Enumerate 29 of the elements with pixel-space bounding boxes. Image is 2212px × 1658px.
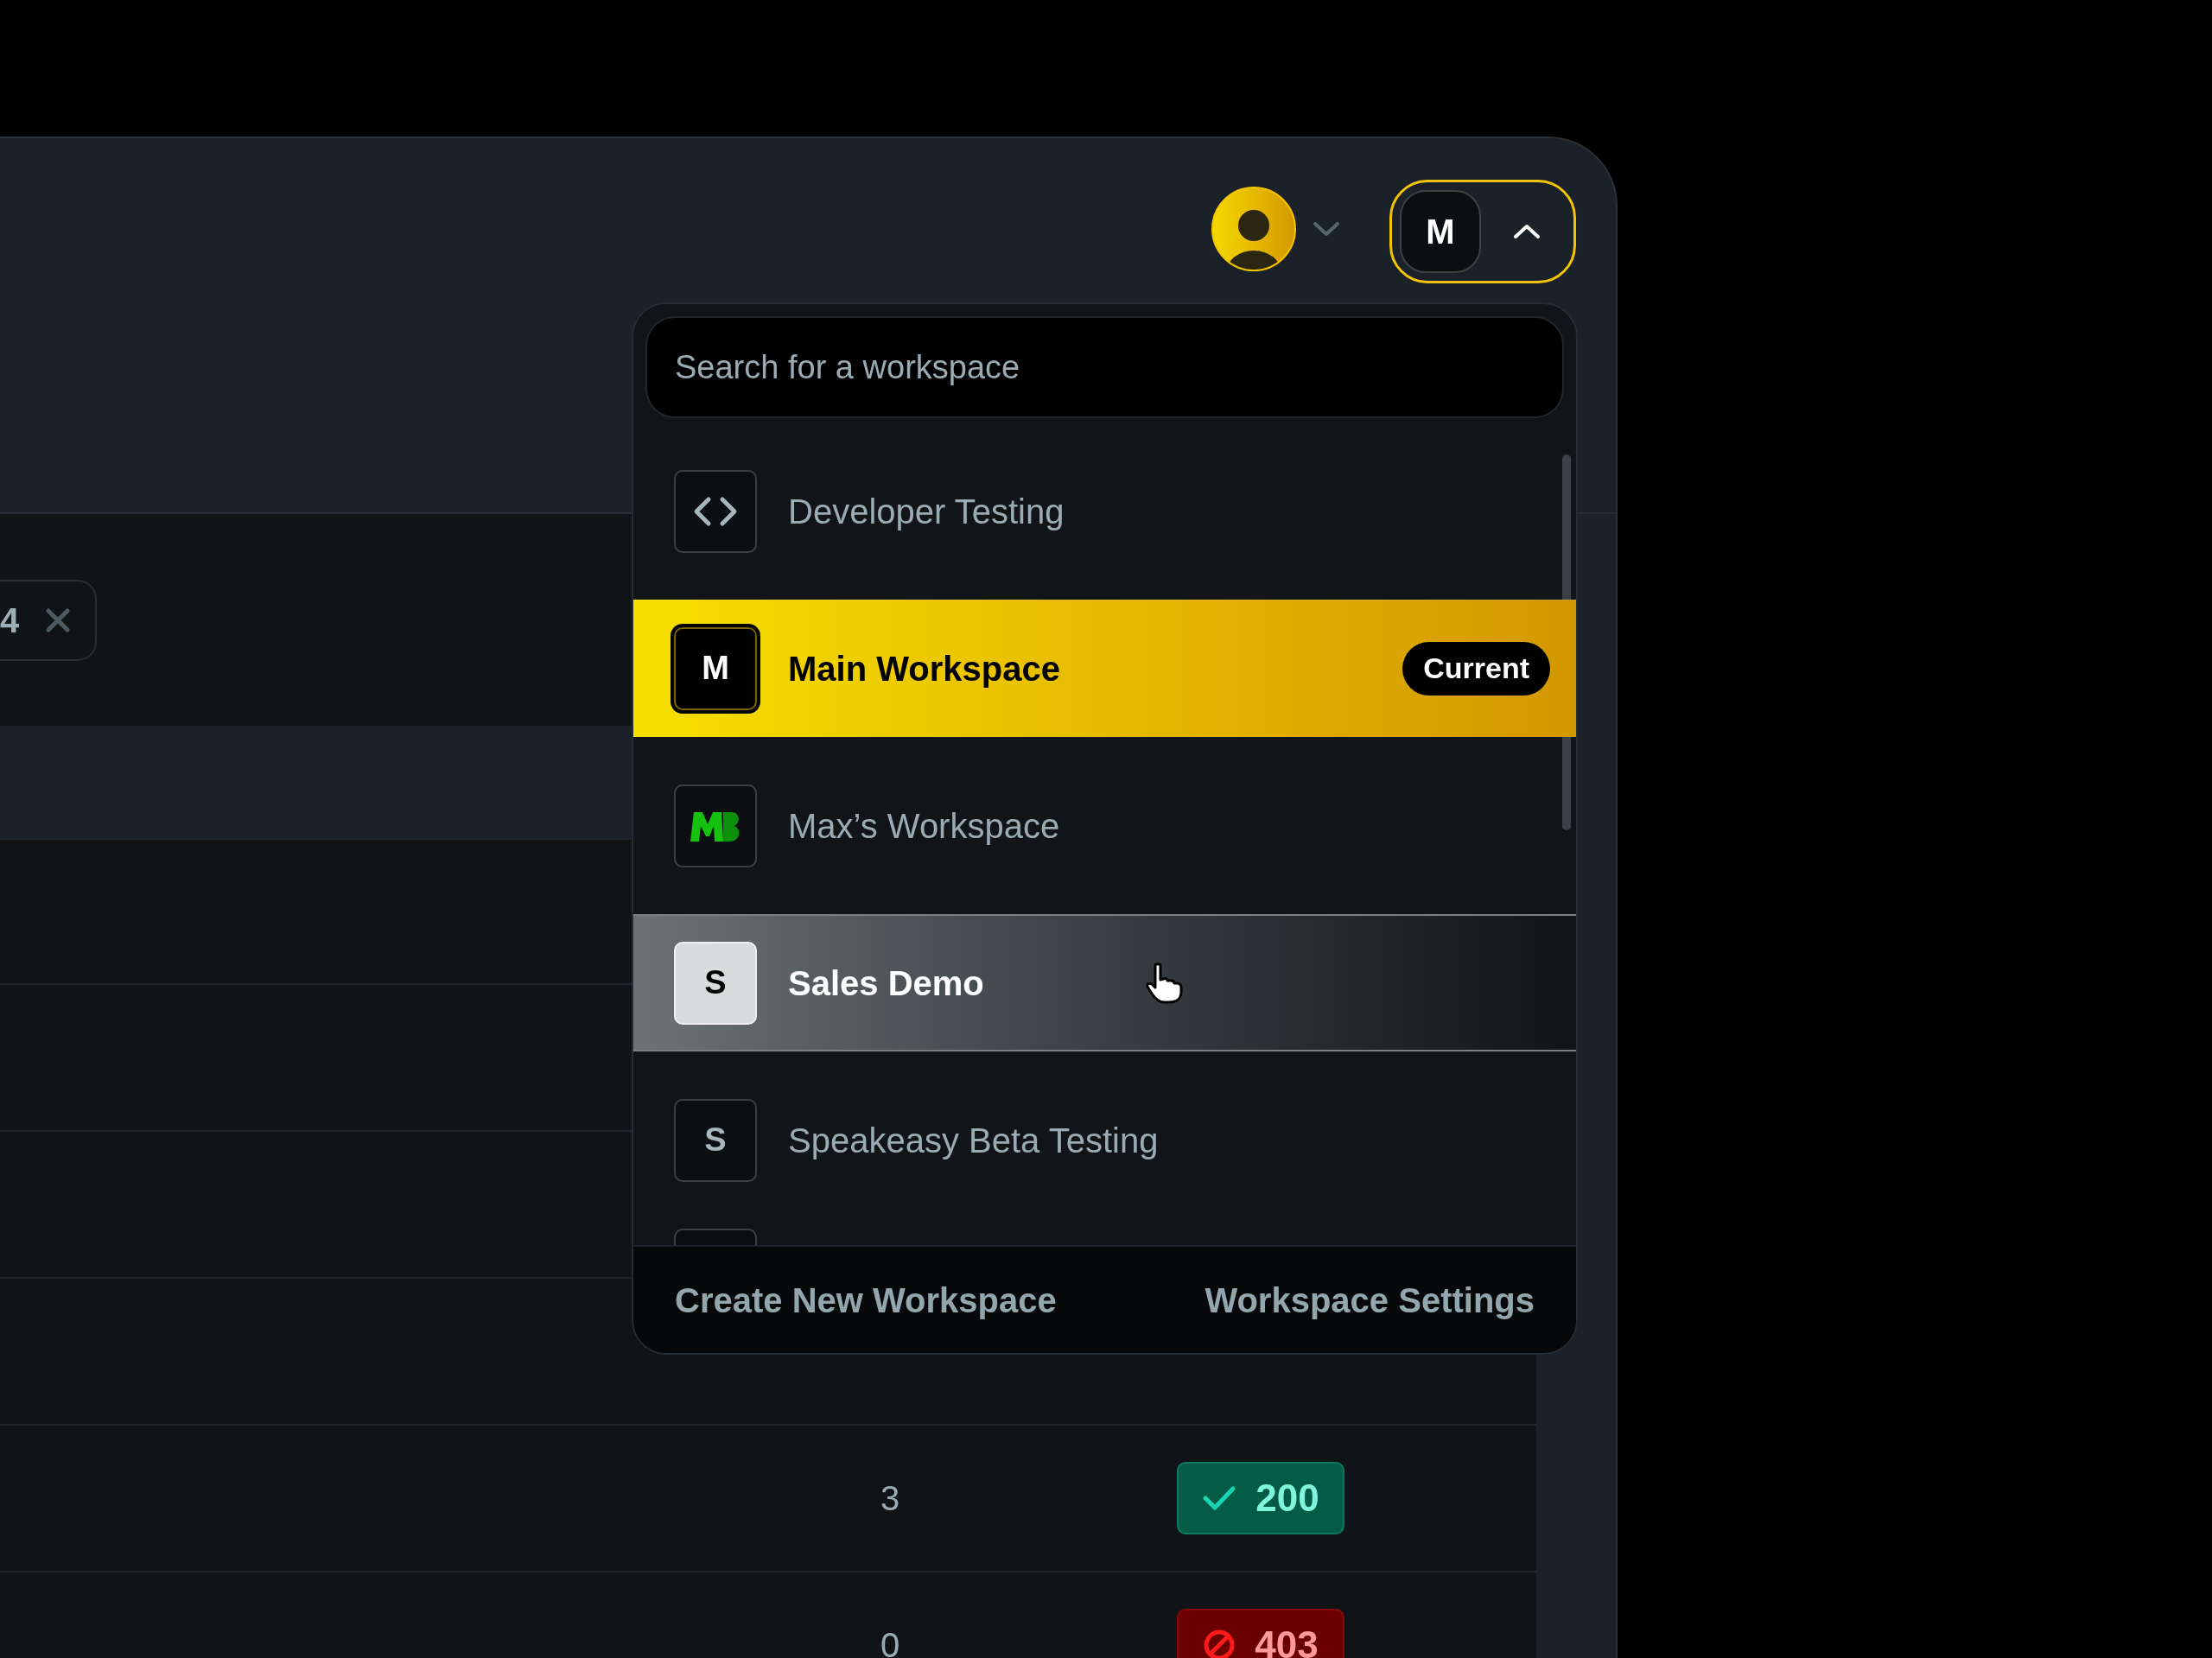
- workspace-item[interactable]: S Speakeasy Beta Testing: [633, 1071, 1576, 1209]
- workspace-item[interactable]: Max’s Workspace: [633, 757, 1576, 894]
- code-icon: [674, 469, 757, 553]
- search-field[interactable]: Search for a workspace: [645, 316, 1564, 418]
- workspace-name: Max’s Workspace: [788, 805, 1060, 847]
- create-workspace-link[interactable]: Create New Workspace: [675, 1274, 1057, 1326]
- chevron-up-icon: [1512, 223, 1541, 240]
- workspace-item[interactable]: Developer Testing: [633, 442, 1576, 580]
- chevron-down-icon[interactable]: [1312, 220, 1341, 238]
- workspace-name: Sales Demo: [788, 962, 984, 1004]
- workspace-name: Developer Testing: [788, 491, 1065, 532]
- workspace-item[interactable]: M Main Workspace Current: [633, 600, 1576, 737]
- status-badge: 200: [1177, 1462, 1344, 1534]
- close-icon[interactable]: [45, 607, 72, 633]
- workspace-item[interactable]: S Sales Demo: [633, 914, 1576, 1051]
- workspace-avatar: S: [674, 1098, 757, 1182]
- filter-chip[interactable]: 4: [0, 579, 98, 661]
- logo-icon: [674, 784, 757, 867]
- filter-label: 4: [0, 600, 20, 641]
- workspace-name: Main Workspace: [788, 648, 1060, 689]
- count-cell-text: 0: [879, 1625, 901, 1658]
- workspace-name: Speakeasy Beta Testing: [788, 1120, 1159, 1161]
- workspace-avatar: S: [674, 941, 757, 1025]
- count-cell-text: 3: [879, 1478, 901, 1519]
- workspace-switcher-button[interactable]: M: [1389, 180, 1576, 283]
- status-badge: 403: [1177, 1609, 1344, 1658]
- pointer-cursor-icon: [1144, 962, 1185, 1004]
- workspace-settings-link[interactable]: Workspace Settings: [1205, 1274, 1535, 1326]
- current-badge: Current: [1402, 641, 1550, 696]
